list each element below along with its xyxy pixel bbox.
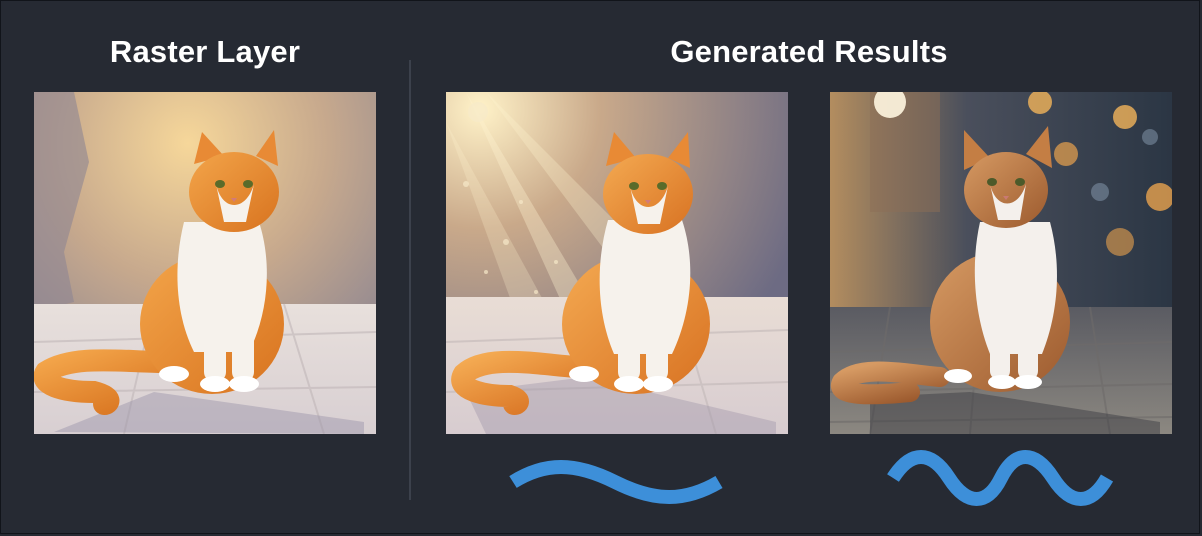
raster-layer-heading: Raster Layer [109, 34, 301, 69]
high-frequency-wave-icon [887, 450, 1114, 506]
low-frequency-wave-icon [509, 460, 723, 504]
generated-result-2-image [830, 92, 1172, 434]
raster-layer-image [34, 92, 376, 434]
generated-result-1-image [446, 92, 788, 434]
section-divider [409, 60, 411, 500]
generated-results-heading: Generated Results [670, 34, 948, 69]
